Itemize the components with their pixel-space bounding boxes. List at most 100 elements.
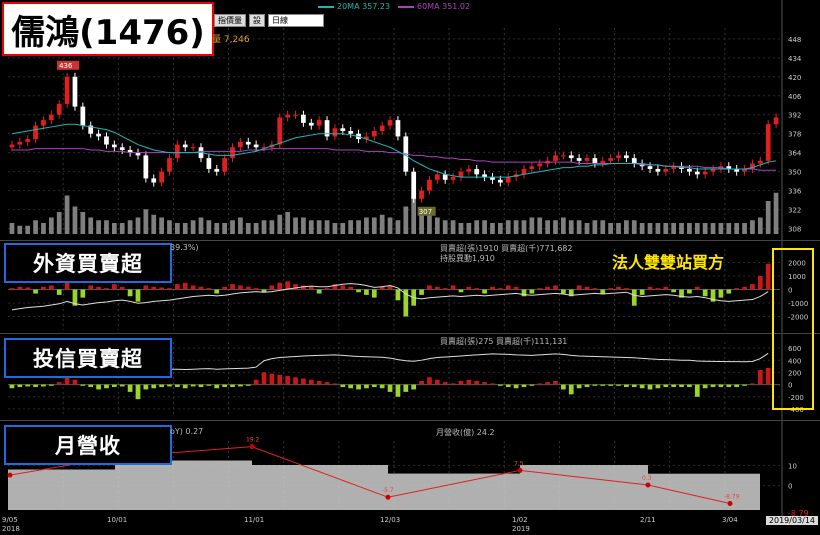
volume-bar (608, 223, 613, 234)
net-buy-bar (584, 384, 590, 388)
volume-bar (663, 223, 669, 234)
net-buy-bar (742, 286, 747, 290)
foreign-label-box: 外資買賣超 (4, 243, 172, 283)
net-buy-bar (568, 384, 574, 395)
net-buy-bar (238, 285, 243, 290)
net-buy-bar (694, 286, 700, 290)
date-tick: 2/11 (640, 516, 656, 524)
revenue-bar (388, 473, 520, 510)
volume-bar (371, 217, 377, 234)
volume-bar (64, 195, 70, 234)
net-buy-bar (56, 289, 62, 295)
volume-bar (198, 217, 204, 234)
period-select[interactable]: 日線 (268, 14, 324, 27)
net-buy-bar (750, 284, 755, 290)
volume-bar (679, 223, 684, 234)
net-buy-bar (765, 367, 771, 385)
net-buy-bar (56, 382, 62, 385)
volume-bar (529, 217, 535, 234)
net-buy-bar (576, 384, 582, 389)
volume-bar (88, 217, 94, 234)
candle-body (537, 163, 543, 167)
net-buy-bar (663, 286, 669, 290)
net-buy-bar (222, 286, 227, 290)
net-buy-bar (324, 382, 330, 385)
net-buy-bar (379, 384, 385, 389)
net-buy-bar (679, 384, 684, 388)
net-buy-bar (505, 285, 511, 290)
net-buy-bar (340, 384, 346, 388)
net-buy-bar (537, 288, 543, 290)
candle-body (104, 136, 109, 145)
volume-bar (261, 220, 267, 234)
volume-bar (639, 223, 645, 234)
yoy-data-label: 7.5 (514, 460, 524, 467)
candle-body (450, 177, 456, 180)
volume-bar (379, 214, 385, 234)
net-buy-bar (316, 380, 322, 385)
candle-body (458, 171, 464, 178)
net-buy-bar (25, 384, 31, 387)
net-buy-bar (198, 384, 204, 388)
volume-bar (269, 220, 275, 234)
net-buy-bar (576, 285, 582, 290)
revenue-panel: 10 0 19.2 -5.7 7.5 0.3 -8.79 月營收 oY) 0.27 月營收(… (0, 420, 820, 518)
net-buy-bar (143, 384, 149, 390)
net-buy-bar (482, 382, 487, 385)
candle-body (694, 171, 700, 175)
candle-body (238, 141, 243, 148)
net-buy-bar (261, 372, 267, 385)
volume-bar (332, 223, 338, 234)
net-buy-bar (119, 384, 125, 387)
net-buy-bar (718, 384, 724, 388)
net-buy-bar (687, 289, 692, 294)
net-buy-bar (48, 285, 54, 290)
volume-bar (655, 223, 661, 234)
net-buy-bar (111, 284, 117, 290)
yoy-data-label: 0.3 (642, 475, 652, 482)
net-buy-bar (371, 384, 377, 388)
net-buy-bar (41, 286, 46, 290)
volume-bar (285, 212, 291, 234)
foreign-label: 外資買賣超 (33, 252, 143, 276)
volume-bar (206, 220, 212, 234)
net-buy-bar (308, 286, 314, 290)
candle-body (25, 139, 31, 142)
net-buy-bar (175, 384, 180, 388)
candle-body (316, 120, 322, 126)
net-buy-bar (143, 285, 149, 290)
price-ytick: 308 (788, 226, 801, 234)
net-buy-bar (757, 369, 763, 385)
net-buy-bar (293, 377, 298, 385)
net-buy-bar (88, 384, 94, 388)
price-ytick: 364 (788, 150, 802, 158)
settings-button[interactable]: 設 (249, 14, 265, 27)
candle-body (56, 103, 62, 115)
volume-bar (9, 223, 15, 234)
ma20-legend-text: 20MA 357.23 (337, 2, 391, 11)
peak-price-label: 436 (59, 62, 73, 70)
candle-body (222, 158, 227, 172)
indicator-button[interactable]: 指價量 (214, 14, 246, 27)
candle-body (285, 114, 291, 118)
net-buy-bar (434, 379, 440, 385)
volume-bar (143, 209, 149, 234)
yoy-point (7, 472, 13, 478)
ma60-legend: 60MA 351.02 (398, 2, 470, 11)
net-buy-bar (64, 282, 70, 290)
net-buy-bar (427, 285, 432, 290)
ma20-swatch (318, 5, 334, 8)
net-buy-bar (624, 288, 629, 290)
net-buy-bar (198, 286, 204, 290)
date-tick: 11/01 (244, 516, 265, 524)
net-buy-bar (458, 380, 464, 385)
net-buy-bar (151, 286, 157, 290)
net-buy-bar (710, 384, 716, 388)
candle-body (17, 141, 23, 145)
net-buy-bar (364, 289, 369, 295)
volume-bar (25, 225, 31, 234)
candle-body (584, 158, 590, 161)
yoy-point (385, 494, 391, 500)
year-tick: 2018 (2, 525, 20, 533)
date-tick: 1/02 (512, 516, 528, 524)
